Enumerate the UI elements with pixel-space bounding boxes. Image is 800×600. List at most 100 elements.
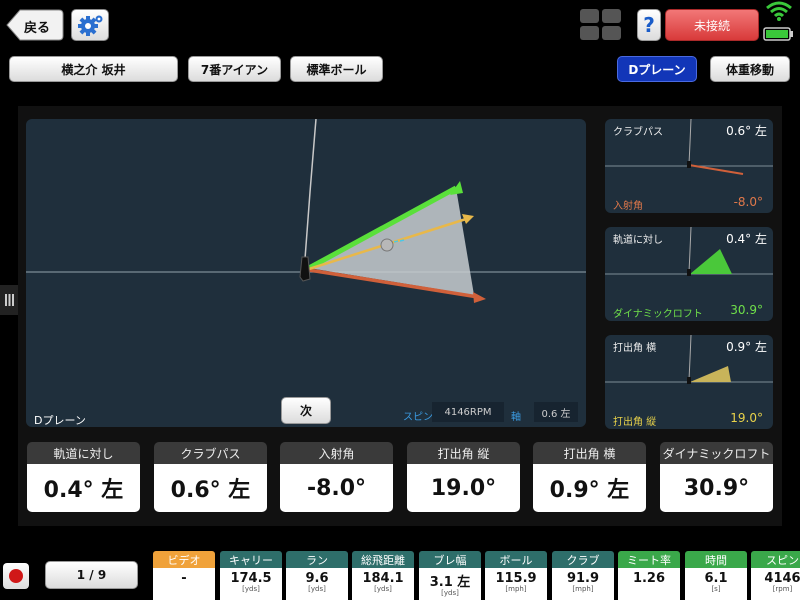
mini-panel-value: 0.4° 左 bbox=[726, 232, 767, 246]
back-button-label: 戻る bbox=[24, 21, 51, 36]
axis-label: 軸 bbox=[511, 412, 521, 423]
battery-icon bbox=[763, 27, 793, 41]
grid-cell bbox=[602, 9, 621, 23]
mini-panel-value: 0.6° 左 bbox=[726, 124, 767, 138]
stat-header: クラブ bbox=[552, 551, 614, 568]
club-path-arrowhead bbox=[473, 292, 486, 303]
stat-unit: [yds] bbox=[441, 589, 459, 597]
stat-label: キャリー bbox=[229, 553, 273, 567]
stat-header: スピン bbox=[751, 551, 800, 568]
stat-cell[interactable]: スピン 4146 [rpm] bbox=[751, 551, 800, 600]
stat-label: 時間 bbox=[705, 553, 727, 567]
shot-counter[interactable]: 1 / 9 bbox=[45, 561, 138, 589]
stat-cell[interactable]: ラン 9.6 [yds] bbox=[286, 551, 348, 600]
stat-cell[interactable]: ボール 115.9 [mph] bbox=[485, 551, 547, 600]
stat-body: 91.9 [mph] bbox=[552, 568, 614, 600]
club-name: 7番アイアン bbox=[200, 62, 269, 77]
player-selector[interactable]: 横之介 坂井 bbox=[9, 56, 178, 82]
grid-cell bbox=[602, 26, 621, 40]
stat-cell[interactable]: ミート率 1.26 bbox=[618, 551, 680, 600]
mini-panel-sub-label: ダイナミックロフト bbox=[613, 309, 703, 320]
stat-label: ミート率 bbox=[627, 553, 671, 567]
tab-dplane[interactable]: Dプレーン bbox=[617, 56, 697, 82]
spin-value: 4146RPM bbox=[444, 406, 492, 418]
stat-body: 6.1 [s] bbox=[685, 568, 747, 600]
stat-header: キャリー bbox=[220, 551, 282, 568]
metric-card[interactable]: 打出角 縦 19.0° bbox=[407, 442, 520, 512]
mini-panel-title: 打出角 横 bbox=[613, 343, 657, 354]
stat-cell[interactable]: ブレ幅 3.1 左 [yds] bbox=[419, 551, 481, 600]
metric-card-value: 0.6° 左 bbox=[154, 464, 267, 512]
club-shaft bbox=[304, 119, 317, 260]
stat-cell[interactable]: 総飛距離 184.1 [yds] bbox=[352, 551, 414, 600]
golf-ball bbox=[380, 238, 394, 252]
mini-panel-value: 0.9° 左 bbox=[726, 340, 767, 354]
side-drawer-handle[interactable] bbox=[0, 285, 18, 315]
settings-gear-button[interactable] bbox=[71, 9, 109, 41]
dplane-view-label: Dプレーン bbox=[34, 414, 86, 427]
tab-weight-shift[interactable]: 体重移動 bbox=[710, 56, 790, 82]
mini-panel-sub-label: 入射角 bbox=[613, 201, 643, 212]
mini-panel-sub-value: -8.0° bbox=[733, 195, 763, 209]
stat-unit: [yds] bbox=[242, 585, 260, 593]
metric-card[interactable]: 打出角 横 0.9° 左 bbox=[533, 442, 646, 512]
stat-body: 115.9 [mph] bbox=[485, 568, 547, 600]
metric-card[interactable]: 軌道に対し 0.4° 左 bbox=[27, 442, 140, 512]
next-button[interactable]: 次 bbox=[281, 397, 331, 424]
spin-label: スピン bbox=[403, 412, 433, 423]
metric-card-label: クラブパス bbox=[154, 442, 267, 464]
metric-card[interactable]: クラブパス 0.6° 左 bbox=[154, 442, 267, 512]
back-button[interactable]: 戻る bbox=[6, 9, 64, 41]
mini-panel-title: 軌道に対し bbox=[613, 235, 663, 246]
mini-panel-club-path: クラブパス 0.6° 左 入射角 -8.0° bbox=[605, 119, 773, 213]
stat-value: 174.5 bbox=[230, 571, 272, 586]
stat-cell[interactable]: キャリー 174.5 [yds] bbox=[220, 551, 282, 600]
stat-cell[interactable]: クラブ 91.9 [mph] bbox=[552, 551, 614, 600]
player-name: 横之介 坂井 bbox=[61, 62, 126, 77]
stat-body: 1.26 bbox=[618, 568, 680, 600]
stat-cell-video[interactable]: ビデオ - bbox=[153, 551, 215, 600]
metric-card[interactable]: 入射角 -8.0° bbox=[280, 442, 393, 512]
ball-selector[interactable]: 標準ボール bbox=[290, 56, 383, 82]
metric-card-value: 0.9° 左 bbox=[533, 464, 646, 512]
stat-value: - bbox=[181, 571, 187, 586]
tab-dplane-label: Dプレーン bbox=[628, 62, 686, 77]
wifi-icon bbox=[766, 1, 792, 21]
help-button[interactable]: ? bbox=[637, 9, 661, 41]
gear-icon bbox=[78, 15, 103, 36]
mini-panel-face-to-path: 軌道に対し 0.4° 左 ダイナミックロフト 30.9° bbox=[605, 227, 773, 321]
next-button-label: 次 bbox=[299, 404, 312, 418]
metric-card-label: 打出角 横 bbox=[533, 442, 646, 464]
record-icon bbox=[9, 569, 23, 583]
stat-body: - bbox=[153, 568, 215, 600]
stat-value: 3.1 左 bbox=[429, 575, 471, 590]
connection-status-button[interactable]: 未接続 bbox=[665, 9, 759, 41]
stat-label: クラブ bbox=[566, 553, 600, 567]
stat-label: ボール bbox=[499, 553, 533, 567]
record-button[interactable] bbox=[3, 563, 29, 589]
ball-name: 標準ボール bbox=[306, 62, 367, 77]
mini-panel-launch: 打出角 横 0.9° 左 打出角 縦 19.0° bbox=[605, 335, 773, 429]
stat-value: 9.6 bbox=[305, 571, 329, 586]
grid-cell bbox=[580, 9, 599, 23]
stat-value: 115.9 bbox=[495, 571, 537, 586]
stat-header: 総飛距離 bbox=[352, 551, 414, 568]
mini-panel-sub-label: 打出角 縦 bbox=[613, 417, 657, 428]
stat-value: 6.1 bbox=[704, 571, 728, 586]
axis-value-box: 0.6 左 bbox=[534, 402, 578, 422]
metric-card[interactable]: ダイナミックロフト 30.9° bbox=[660, 442, 773, 512]
metric-card-label: 入射角 bbox=[280, 442, 393, 464]
metric-card-label: 軌道に対し bbox=[27, 442, 140, 464]
layout-grid-button[interactable] bbox=[580, 9, 622, 41]
stat-value: 91.9 bbox=[566, 571, 600, 586]
stat-header: ボール bbox=[485, 551, 547, 568]
club-selector[interactable]: 7番アイアン bbox=[188, 56, 281, 82]
stat-body: 184.1 [yds] bbox=[352, 568, 414, 600]
stat-cell[interactable]: 時間 6.1 [s] bbox=[685, 551, 747, 600]
metric-card-value: 30.9° bbox=[660, 464, 773, 512]
club-head bbox=[299, 256, 311, 282]
metric-card-value: 0.4° 左 bbox=[27, 464, 140, 512]
stat-header: 時間 bbox=[685, 551, 747, 568]
dplane-view: Dプレーン 次 スピン 4146RPM 軸 0.6 左 bbox=[26, 119, 586, 427]
stat-label: ブレ幅 bbox=[433, 553, 467, 567]
